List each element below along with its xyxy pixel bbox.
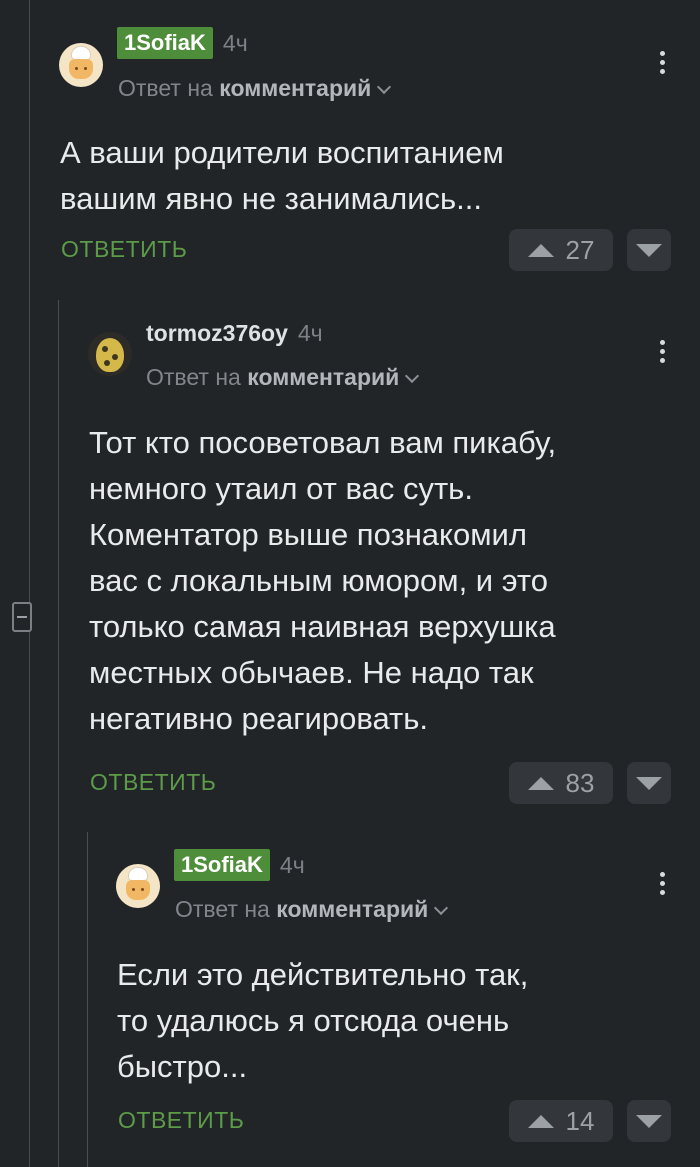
- comment-text: Если это действительно так, то удалюсь я…: [117, 957, 529, 1084]
- downvote-button[interactable]: [627, 229, 671, 271]
- reply-button[interactable]: ОТВЕТИТЬ: [90, 769, 216, 796]
- chevron-down-icon: [405, 368, 420, 384]
- avatar[interactable]: [59, 43, 103, 87]
- more-options-icon[interactable]: [658, 51, 666, 77]
- author-name[interactable]: tormoz376oy: [146, 319, 288, 347]
- upvote-button[interactable]: 83: [509, 762, 613, 804]
- reply-button[interactable]: ОТВЕТИТЬ: [118, 1107, 244, 1134]
- arrow-up-icon: [527, 1114, 554, 1128]
- upvote-button[interactable]: 27: [509, 229, 613, 271]
- upvote-button[interactable]: 14: [509, 1100, 613, 1142]
- downvote-button[interactable]: [627, 762, 671, 804]
- avatar[interactable]: [88, 332, 132, 376]
- comment-1: 1SofiaK 4ч Ответ на комментарий А ваши р…: [0, 0, 700, 290]
- author-name[interactable]: 1SofiaK: [117, 27, 213, 59]
- avatar[interactable]: [116, 864, 160, 908]
- comment-time: 4ч: [279, 851, 305, 878]
- arrow-down-icon: [636, 776, 662, 790]
- reply-button[interactable]: ОТВЕТИТЬ: [61, 236, 187, 263]
- comment-2: tormoz376oy 4ч Ответ на комментарий Тот …: [0, 300, 700, 830]
- more-options-icon[interactable]: [658, 872, 666, 898]
- more-options-icon[interactable]: [658, 340, 666, 366]
- author-name[interactable]: 1SofiaK: [174, 849, 270, 881]
- chevron-down-icon: [377, 79, 392, 95]
- comment-time: 4ч: [297, 319, 323, 346]
- arrow-up-icon: [527, 243, 554, 257]
- rating-value: 27: [565, 234, 595, 265]
- rating-value: 14: [565, 1105, 595, 1136]
- comment-time: 4ч: [222, 29, 248, 56]
- rating-value: 83: [565, 767, 595, 798]
- arrow-down-icon: [636, 243, 662, 257]
- chevron-down-icon: [434, 900, 449, 916]
- arrow-up-icon: [527, 776, 554, 790]
- downvote-button[interactable]: [627, 1100, 671, 1142]
- reply-to-link[interactable]: Ответ на комментарий: [175, 896, 449, 923]
- arrow-down-icon: [636, 1114, 662, 1128]
- comment-text: А ваши родители воспитанием вашим явно н…: [60, 135, 504, 216]
- comment-text: Тот кто посоветовал вам пикабу, немного …: [89, 425, 557, 736]
- reply-to-link[interactable]: Ответ на комментарий: [146, 364, 420, 391]
- comment-3: 1SofiaK 4ч Ответ на комментарий Если это…: [0, 832, 700, 1167]
- reply-to-link[interactable]: Ответ на комментарий: [118, 75, 392, 102]
